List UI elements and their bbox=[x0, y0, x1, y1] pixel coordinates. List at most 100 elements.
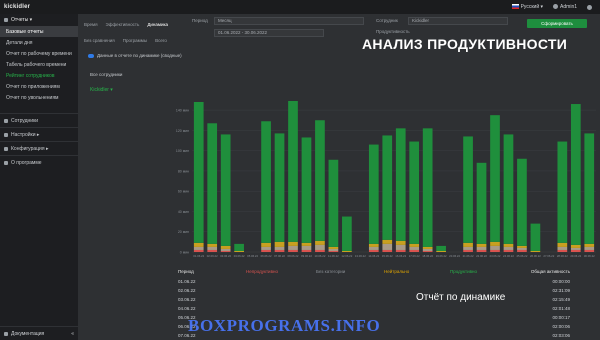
gear-icon[interactable] bbox=[587, 4, 592, 10]
bar-segment bbox=[288, 100, 298, 242]
bar-segment bbox=[436, 250, 446, 252]
grouping-label: Сотрудник bbox=[376, 18, 398, 23]
tab-dynamics[interactable]: Динамика bbox=[147, 22, 168, 27]
bar-segment bbox=[503, 243, 514, 247]
sidebar-item-employees[interactable]: Сотрудники bbox=[0, 113, 78, 127]
bar-segment bbox=[517, 158, 527, 246]
bar-segment bbox=[328, 246, 339, 249]
cell-period: 04.06.22 bbox=[178, 306, 196, 311]
bar-segment bbox=[382, 243, 393, 250]
bar-segment bbox=[517, 247, 527, 250]
x-tick-label: 02.06.22 bbox=[207, 254, 218, 258]
bar-segment bbox=[193, 249, 204, 252]
sidebar-item-configuration[interactable]: Конфигурация ▸ bbox=[0, 141, 78, 155]
sidebar-header-reports[interactable]: Отчеты ▾ bbox=[0, 14, 78, 26]
bar-segment bbox=[234, 250, 244, 252]
sidebar-item-timesheet[interactable]: Табель рабочего времени bbox=[0, 59, 78, 70]
x-tick-label: 21.06.22 bbox=[463, 254, 474, 258]
bar-segment bbox=[288, 241, 298, 246]
col-uncategorized: Без категории bbox=[316, 269, 346, 274]
bar-segment bbox=[422, 250, 433, 252]
x-tick-label: 15.06.22 bbox=[382, 254, 393, 258]
bar-segment bbox=[328, 248, 339, 251]
period-label: Период bbox=[192, 18, 208, 23]
sidebar-item-day-details[interactable]: Детали дня bbox=[0, 37, 78, 48]
col-period: Период bbox=[178, 269, 194, 274]
cell-total-activity: 02:03:06 bbox=[552, 333, 570, 338]
cell-total-activity: 02:00:06 bbox=[552, 324, 570, 329]
x-tick-label: 19.06.22 bbox=[436, 254, 447, 258]
x-tick-label: 07.06.22 bbox=[274, 254, 285, 258]
bar-segment bbox=[490, 245, 500, 250]
collapse-chevron-icon[interactable]: « bbox=[71, 331, 74, 337]
x-tick-label: 09.06.22 bbox=[301, 254, 312, 258]
configuration-icon bbox=[4, 146, 8, 151]
sidebar-item-apps-report[interactable]: Отчет по приложениям bbox=[0, 81, 78, 92]
tab-no-comparison[interactable]: Без сравнения bbox=[84, 38, 115, 43]
bar-segment bbox=[274, 241, 285, 247]
x-tick-label: 24.06.22 bbox=[503, 254, 514, 258]
bar-segment bbox=[207, 246, 218, 250]
col-productive: Продуктивно bbox=[450, 269, 477, 274]
date-range-field[interactable]: 01.06.2022 - 30.06.2022 bbox=[214, 29, 324, 37]
period-select[interactable]: Месяц bbox=[214, 17, 364, 25]
x-tick-label: 08.06.22 bbox=[288, 254, 299, 258]
tab-efficiency[interactable]: Эффективность bbox=[106, 22, 140, 27]
sidebar-item-worktime-report[interactable]: Отчет по рабочему времени bbox=[0, 48, 78, 59]
x-tick-label: 04.06.22 bbox=[234, 254, 245, 258]
x-tick-label: 13.06.22 bbox=[355, 254, 366, 258]
x-tick-label: 14.06.22 bbox=[368, 254, 379, 258]
bar-segment bbox=[382, 239, 393, 244]
bar-segment bbox=[368, 144, 379, 244]
sidebar-item-settings[interactable]: Настройки ▸ bbox=[0, 127, 78, 141]
cell-period: 03.06.22 bbox=[178, 297, 196, 302]
generate-button[interactable]: Сформировать bbox=[527, 19, 587, 28]
bar-segment bbox=[517, 249, 527, 252]
y-tick-label: 40 мин bbox=[178, 210, 189, 214]
top-bar-right: Русский ▾ Admin1 bbox=[511, 4, 600, 10]
summary-toggle[interactable] bbox=[88, 54, 94, 58]
x-tick-label: 18.06.22 bbox=[422, 254, 433, 258]
x-tick-label: 16.06.22 bbox=[395, 254, 406, 258]
bar-segment bbox=[584, 133, 595, 244]
bar-segment bbox=[422, 246, 433, 249]
y-tick-label: 60 мин bbox=[178, 190, 189, 194]
bar-segment bbox=[476, 162, 487, 244]
bar-segment bbox=[315, 244, 325, 250]
bar-segment bbox=[463, 249, 473, 252]
bar-segment bbox=[315, 240, 325, 245]
sidebar-item-basic-reports[interactable]: Базовые отчеты bbox=[0, 26, 78, 37]
bar-segment bbox=[570, 249, 581, 252]
bar-segment bbox=[368, 246, 379, 250]
bar-segment bbox=[570, 104, 581, 245]
all-employees-tab[interactable]: Все сотрудники bbox=[90, 72, 122, 77]
sidebar-item-employee-rating[interactable]: Рейтинг сотрудников bbox=[0, 70, 78, 81]
col-total-activity: Общая активность bbox=[530, 269, 570, 274]
week-selector[interactable]: Kickidler ▾ bbox=[90, 87, 113, 93]
sidebar-item-about[interactable]: О программе bbox=[0, 155, 78, 169]
x-tick-label: 30.06.22 bbox=[584, 254, 595, 258]
employees-icon bbox=[4, 118, 8, 123]
bar-segment bbox=[476, 249, 487, 252]
bar-segment bbox=[274, 249, 285, 252]
bar-segment bbox=[584, 246, 595, 250]
tab-programs[interactable]: Программы bbox=[123, 38, 147, 43]
bar-segment bbox=[395, 128, 406, 241]
bar-segment bbox=[315, 120, 325, 241]
x-tick-label: 29.06.22 bbox=[570, 254, 581, 258]
y-tick-label: 20 мин bbox=[178, 230, 189, 234]
tab-time[interactable]: Время bbox=[84, 22, 98, 27]
bar-segment bbox=[368, 249, 379, 252]
language-selector[interactable]: Русский ▾ bbox=[511, 4, 543, 10]
flag-icon bbox=[511, 4, 519, 10]
x-tick-label: 25.06.22 bbox=[516, 254, 527, 258]
sidebar-item-dismissal-report[interactable]: Отчет по увольнениям bbox=[0, 92, 78, 103]
user-menu[interactable]: Admin1 bbox=[553, 4, 577, 10]
sidebar-item-documentation[interactable]: Документация « bbox=[0, 326, 78, 340]
bar-segment bbox=[409, 141, 420, 244]
table-row: 01.06.22 00:00:00 bbox=[178, 277, 598, 286]
productivity-label: Продуктивность bbox=[376, 29, 410, 34]
bar-segment bbox=[476, 243, 487, 247]
grouping-select[interactable]: Kickidler bbox=[408, 17, 508, 25]
tab-total[interactable]: Всего bbox=[155, 38, 167, 43]
